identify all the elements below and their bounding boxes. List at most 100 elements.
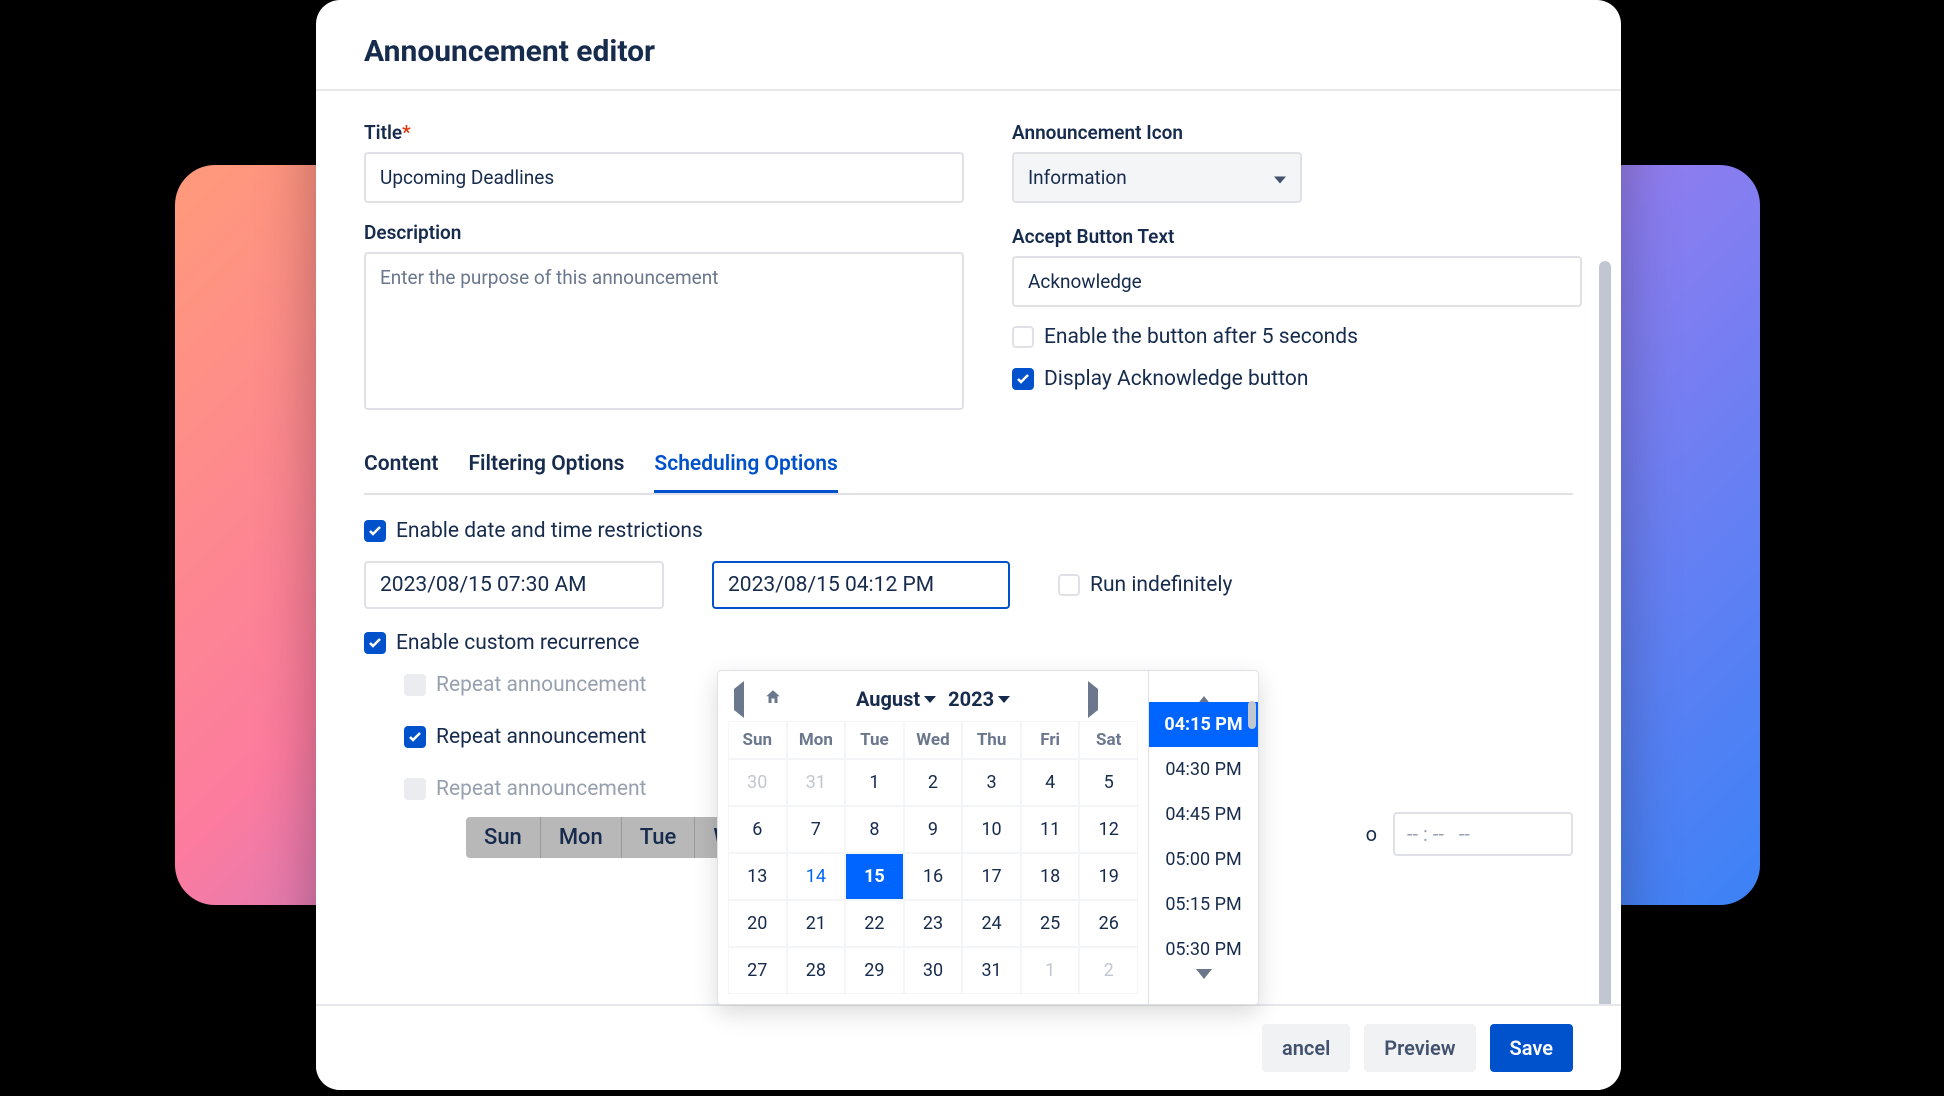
tabs: Content Filtering Options Scheduling Opt…: [364, 442, 1573, 495]
tab-filtering[interactable]: Filtering Options: [468, 442, 624, 493]
description-textarea[interactable]: [364, 252, 964, 410]
calendar-day[interactable]: 22: [845, 900, 904, 947]
calendar-day[interactable]: 8: [845, 806, 904, 853]
modal-footer: ancel Preview Save: [316, 1004, 1621, 1090]
scrollbar-thumb[interactable]: [1599, 261, 1611, 1021]
calendar-day[interactable]: 29: [845, 947, 904, 994]
datepicker-popover: August 2023 SunMonTueWedThuFriSat3031123…: [717, 670, 1259, 1005]
calendar-day[interactable]: 14: [787, 853, 846, 900]
calendar-day[interactable]: 1: [1021, 947, 1080, 994]
calendar-day[interactable]: 24: [962, 900, 1021, 947]
calendar-day[interactable]: 4: [1021, 759, 1080, 806]
calendar-day[interactable]: 25: [1021, 900, 1080, 947]
calendar-day[interactable]: 18: [1021, 853, 1080, 900]
calendar-day[interactable]: 12: [1079, 806, 1138, 853]
calendar-day[interactable]: 5: [1079, 759, 1138, 806]
time-option[interactable]: 04:15 PM: [1149, 702, 1258, 747]
calendar-day[interactable]: 2: [1079, 947, 1138, 994]
display-ack-checkbox[interactable]: [1012, 368, 1034, 390]
save-button[interactable]: Save: [1490, 1024, 1573, 1072]
run-indefinitely-checkbox[interactable]: [1058, 574, 1080, 596]
dow-header: Mon: [787, 721, 846, 759]
calendar-day[interactable]: 6: [728, 806, 787, 853]
calendar-day[interactable]: 30: [728, 759, 787, 806]
time-scroll-down-icon[interactable]: [1149, 973, 1258, 1004]
next-month-icon[interactable]: [1088, 689, 1098, 710]
time-list: 04:15 PM04:30 PM04:45 PM05:00 PM05:15 PM…: [1149, 702, 1258, 973]
title-label: Title*: [364, 121, 964, 144]
calendar-day[interactable]: 16: [904, 853, 963, 900]
title-input[interactable]: [364, 152, 964, 203]
calendar-day[interactable]: 27: [728, 947, 787, 994]
enable-recurrence-label: Enable custom recurrence: [396, 631, 639, 655]
calendar-day[interactable]: 7: [787, 806, 846, 853]
icon-select[interactable]: Information: [1012, 152, 1302, 203]
calendar-grid: SunMonTueWedThuFriSat3031123456789101112…: [728, 721, 1138, 994]
calendar-day[interactable]: 10: [962, 806, 1021, 853]
dow-header: Tue: [845, 721, 904, 759]
repeat-3-label: Repeat announcement: [436, 777, 646, 801]
enable-restrictions-label: Enable date and time restrictions: [396, 519, 703, 543]
repeat-1-label: Repeat announcement: [436, 673, 646, 697]
time-option[interactable]: 05:30 PM: [1149, 927, 1258, 972]
calendar-day[interactable]: 11: [1021, 806, 1080, 853]
calendar-day[interactable]: 31: [962, 947, 1021, 994]
dow-header: Sat: [1079, 721, 1138, 759]
calendar-day[interactable]: 1: [845, 759, 904, 806]
dow-header: Sun: [728, 721, 787, 759]
calendar-day[interactable]: 28: [787, 947, 846, 994]
time-option[interactable]: 04:30 PM: [1149, 747, 1258, 792]
calendar-day[interactable]: 9: [904, 806, 963, 853]
end-date-input[interactable]: [712, 561, 1010, 609]
repeat-2-label: Repeat announcement: [436, 725, 646, 749]
weekday-tue[interactable]: Tue: [622, 817, 696, 858]
dow-header: Wed: [904, 721, 963, 759]
weekday-row: SunMonTueW: [466, 817, 752, 858]
calendar-day[interactable]: 13: [728, 853, 787, 900]
calendar-day[interactable]: 31: [787, 759, 846, 806]
enable-delay-checkbox[interactable]: [1012, 326, 1034, 348]
time-scrollbar[interactable]: [1248, 701, 1256, 729]
calendar-day[interactable]: 15: [845, 853, 904, 900]
display-ack-label: Display Acknowledge button: [1044, 367, 1308, 391]
home-icon[interactable]: [764, 688, 782, 711]
month-select[interactable]: August: [856, 687, 936, 711]
dow-header: Fri: [1021, 721, 1080, 759]
prev-month-icon[interactable]: [734, 689, 744, 710]
start-date-input[interactable]: [364, 561, 664, 609]
calendar-day[interactable]: 19: [1079, 853, 1138, 900]
tab-scheduling[interactable]: Scheduling Options: [654, 442, 837, 493]
repeat-3-checkbox[interactable]: [404, 778, 426, 800]
calendar-day[interactable]: 20: [728, 900, 787, 947]
modal-header: Announcement editor: [316, 0, 1621, 91]
calendar-day[interactable]: 17: [962, 853, 1021, 900]
calendar-day[interactable]: 30: [904, 947, 963, 994]
preview-button[interactable]: Preview: [1364, 1024, 1475, 1072]
year-select[interactable]: 2023: [948, 687, 1010, 711]
enable-recurrence-checkbox[interactable]: [364, 632, 386, 654]
repeat-2-checkbox[interactable]: [404, 726, 426, 748]
time-to-input[interactable]: [1393, 812, 1573, 856]
weekday-mon[interactable]: Mon: [541, 817, 622, 858]
weekday-sun[interactable]: Sun: [466, 817, 541, 858]
dow-header: Thu: [962, 721, 1021, 759]
repeat-1-checkbox[interactable]: [404, 674, 426, 696]
calendar-day[interactable]: 3: [962, 759, 1021, 806]
enable-delay-label: Enable the button after 5 seconds: [1044, 325, 1358, 349]
cancel-button[interactable]: ancel: [1262, 1024, 1350, 1072]
accept-button-input[interactable]: [1012, 256, 1582, 307]
enable-restrictions-checkbox[interactable]: [364, 520, 386, 542]
time-option[interactable]: 05:15 PM: [1149, 882, 1258, 927]
calendar-day[interactable]: 23: [904, 900, 963, 947]
calendar-day[interactable]: 2: [904, 759, 963, 806]
description-label: Description: [364, 221, 964, 244]
calendar-day[interactable]: 21: [787, 900, 846, 947]
time-option[interactable]: 05:00 PM: [1149, 837, 1258, 882]
calendar-day[interactable]: 26: [1079, 900, 1138, 947]
tab-content[interactable]: Content: [364, 442, 438, 493]
modal-title: Announcement editor: [364, 34, 1573, 69]
time-option[interactable]: 04:45 PM: [1149, 792, 1258, 837]
time-scroll-up-icon[interactable]: [1149, 671, 1258, 702]
icon-label: Announcement Icon: [1012, 121, 1582, 144]
to-label: o: [1366, 822, 1377, 846]
